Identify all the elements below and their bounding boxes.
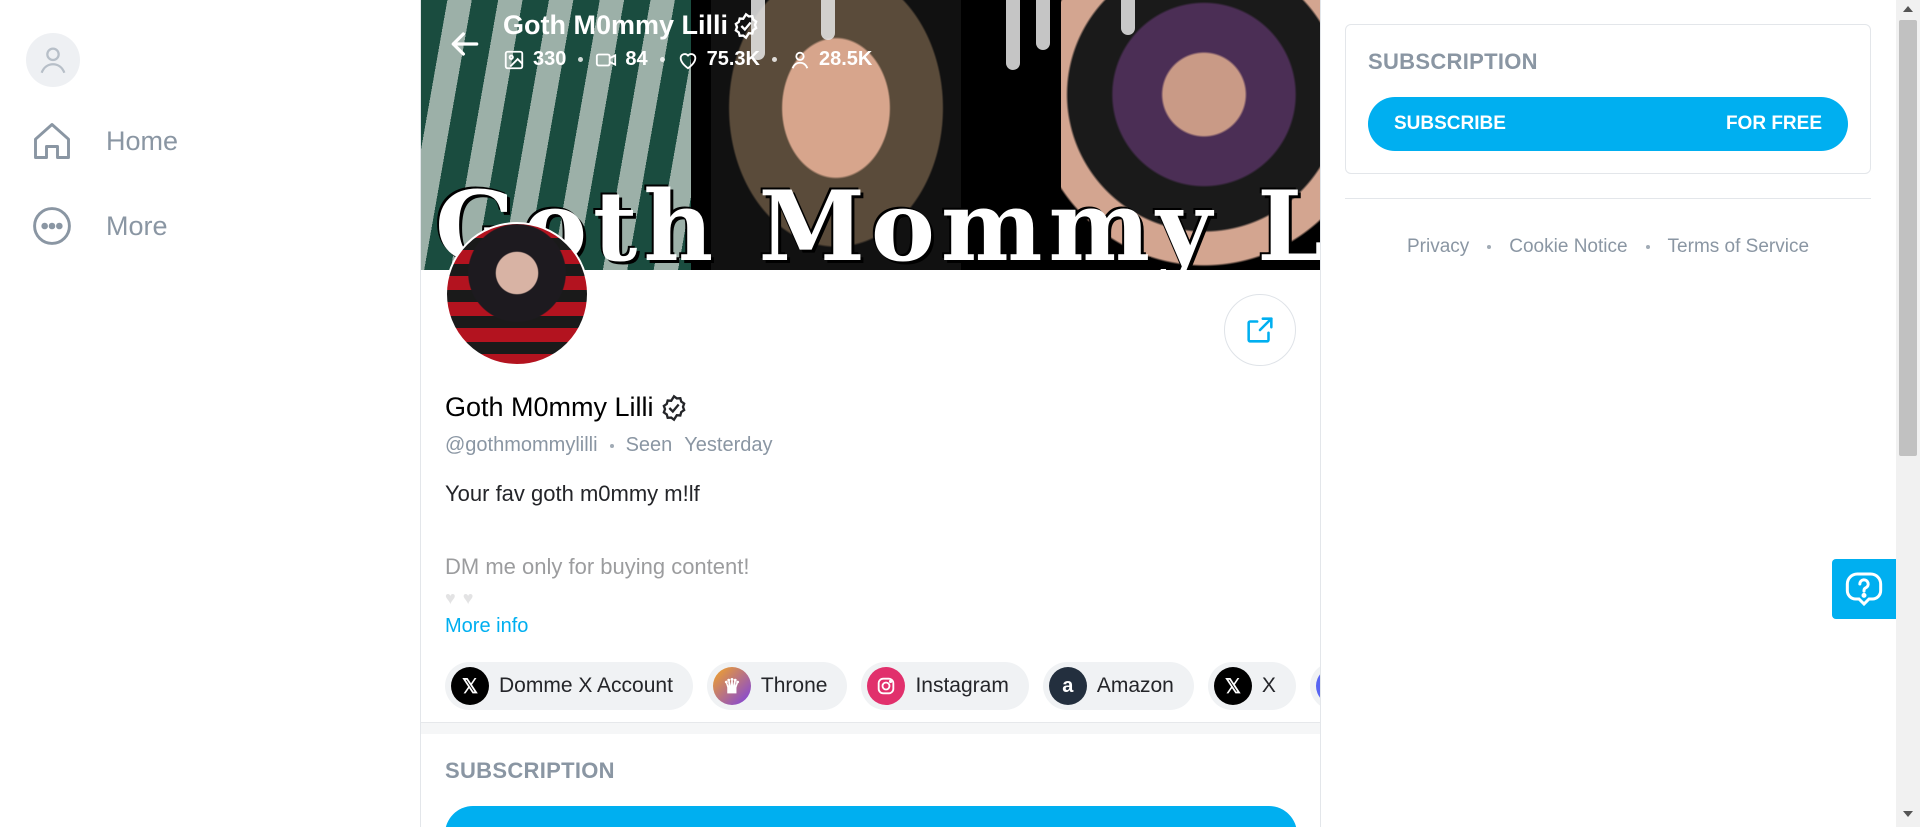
terms-link[interactable]: Terms of Service [1668,236,1809,258]
discord-icon: ● [1315,667,1320,705]
link-chip-discord[interactable]: ● [1309,662,1320,710]
help-button[interactable] [1832,559,1896,619]
stat-likes: 75.3K [677,48,760,71]
profile-stats: 330 84 75.3K 28.5K [503,48,872,71]
scroll-up-arrow[interactable] [1903,6,1913,12]
link-chip-label: Amazon [1096,674,1174,697]
subscribe-button-price: FOR FREE [1725,113,1822,134]
profile-column: Goth Mommy Lilli Goth M0mmy Lilli 330 [420,0,1321,827]
subscription-section-title: SUBSCRIPTION [445,758,615,783]
more-icon [33,207,71,245]
footer-links: Privacy Cookie Notice Terms of Service [1345,236,1871,258]
link-chip-label: Domme X Account [499,674,673,697]
profile-bio-line: Your fav goth m0mmy m!lf [445,481,700,506]
user-icon [791,51,809,69]
profile-name-text: Goth M0mmy Lilli [445,392,654,422]
separator-dot [1487,245,1492,249]
separator-dot [772,57,777,62]
scrollbar-thumb[interactable] [1899,20,1917,456]
subscription-card: SUBSCRIPTION SUBSCRIBE FOR FREE [1345,24,1871,174]
profile-banner: Goth Mommy Lilli Goth M0mmy Lilli 330 [421,0,1320,270]
share-button[interactable] [1224,294,1296,366]
last-seen-label: Seen [625,434,673,456]
stat-likes-count: 75.3K [706,48,760,70]
separator-dot [1645,245,1650,249]
separator-dot [659,57,665,62]
privacy-link[interactable]: Privacy [1407,236,1469,258]
subscribe-button-label: SUBSCRIBE [1394,113,1506,134]
verified-icon [734,12,758,39]
x-icon: 𝕏 [1213,667,1252,705]
user-icon [40,47,66,74]
verified-icon [661,394,686,421]
video-icon [596,53,617,66]
subscribe-button-main[interactable] [445,806,1297,827]
profile-bio-line: DM me only for buying content! [445,554,750,579]
help-icon [1845,572,1883,607]
link-chip-label: Instagram [915,674,1009,697]
nav-item-label: More [106,210,168,241]
header-name-text: Goth M0mmy Lilli [503,10,729,40]
link-chip-domme-x[interactable]: 𝕏 Domme X Account [445,662,693,710]
profile-handle-row: @gothmommylilli Seen Yesterday [445,434,773,457]
profile-bio-faded: ♥ ♥ [445,588,475,608]
more-info-link[interactable]: More info [445,615,528,638]
profile-name: Goth M0mmy Lilli [445,392,688,423]
arrow-left-icon [451,32,479,56]
link-chip-label: X [1261,674,1276,697]
separator-dot [609,443,614,448]
left-navigation: Home More [0,0,420,827]
stat-fans-count: 28.5K [819,48,873,70]
profile-header-bar: Goth M0mmy Lilli 330 84 75.3K 28.5K [421,0,1320,90]
subscription-card-title: SUBSCRIPTION [1368,49,1538,74]
link-chip-instagram[interactable]: Instagram [861,662,1029,710]
page-scrollbar[interactable] [1896,0,1920,827]
subscribe-button[interactable]: SUBSCRIBE FOR FREE [1368,97,1848,151]
stat-videos-count: 84 [625,48,648,70]
scroll-down-arrow[interactable] [1903,811,1913,817]
throne-icon: ♛ [712,667,751,705]
link-chip-x[interactable]: 𝕏 X [1207,662,1296,710]
header-name: Goth M0mmy Lilli [503,10,760,41]
nav-item-label: Home [106,125,179,156]
share-icon [1247,317,1273,343]
stat-photos: 330 [503,48,566,71]
social-links: 𝕏 Domme X Account ♛ Throne Instagram a A… [445,662,1320,710]
stat-photos-count: 330 [533,48,567,70]
cookie-notice-link[interactable]: Cookie Notice [1509,236,1627,258]
link-chip-amazon[interactable]: a Amazon [1042,662,1194,710]
section-divider [421,722,1320,734]
sidebar-divider [1345,198,1871,199]
image-icon [504,50,524,69]
stat-fans: 28.5K [789,48,872,71]
nav-item-more[interactable]: More [30,204,168,248]
back-button[interactable] [445,24,485,64]
x-icon: 𝕏 [451,667,489,705]
heart-icon [679,52,696,69]
profile-avatar[interactable] [445,222,589,366]
last-seen-value: Yesterday [684,434,773,456]
link-chip-label: Throne [760,674,828,697]
separator-dot [578,57,584,62]
home-icon [34,123,70,159]
user-avatar-button[interactable] [26,33,80,87]
link-chip-throne[interactable]: ♛ Throne [706,662,848,710]
nav-item-home[interactable]: Home [30,119,178,163]
instagram-icon [867,667,906,705]
stat-videos: 84 [595,48,648,71]
amazon-icon: a [1048,667,1087,705]
profile-handle: @gothmommylilli [445,434,598,456]
